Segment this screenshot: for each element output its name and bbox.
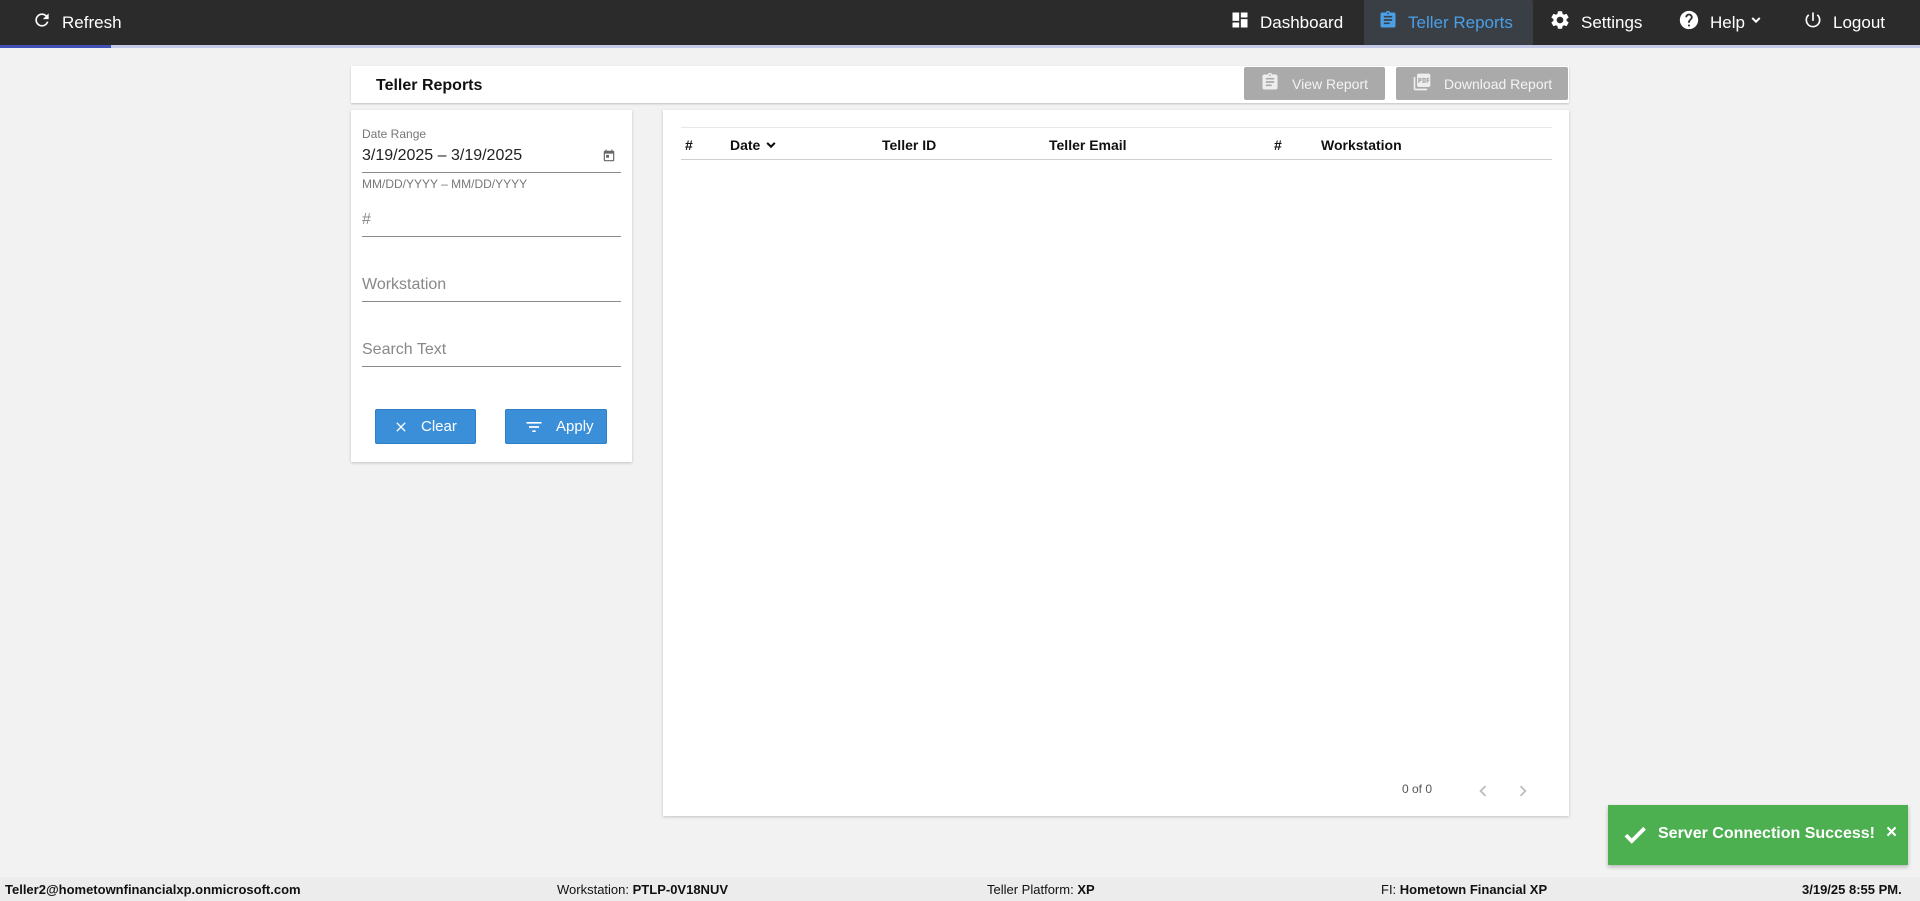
- success-toast: Server Connection Success! ×: [1608, 805, 1908, 865]
- toast-message: Server Connection Success!: [1658, 825, 1875, 842]
- gear-icon: [1549, 9, 1571, 36]
- nav-settings-label: Settings: [1581, 12, 1643, 32]
- nav-help-label: Help: [1710, 12, 1745, 32]
- column-header-workstation[interactable]: Workstation: [1321, 137, 1402, 153]
- footer-user: Teller2@hometownfinancialxp.onmicrosoft.…: [5, 882, 301, 897]
- nav-help[interactable]: Help: [1678, 0, 1764, 45]
- filter-icon: [524, 417, 544, 437]
- footer-workstation-value: PTLP-0V18NUV: [632, 882, 729, 897]
- check-icon: [1622, 822, 1648, 853]
- number-filter-underline: [362, 236, 621, 237]
- page-header-card: Teller Reports View Report Download Repo…: [351, 66, 1569, 103]
- column-header-number-2[interactable]: #: [1274, 137, 1282, 153]
- footer-fi-value: Hometown Financial XP: [1399, 882, 1548, 897]
- footer-platform-label: Teller Platform:: [987, 882, 1074, 897]
- toast-close-button[interactable]: ×: [1886, 822, 1897, 844]
- nav-dashboard-label: Dashboard: [1260, 12, 1344, 32]
- pdf-icon: [1396, 72, 1444, 95]
- apply-label: Apply: [556, 418, 594, 435]
- loading-progress-fill: [0, 45, 111, 48]
- chevron-left-icon: [1472, 780, 1494, 802]
- footer-platform: Teller Platform: XP: [987, 882, 1095, 897]
- search-text-underline: [362, 366, 621, 367]
- footer-fi-label: FI:: [1381, 882, 1397, 897]
- refresh-button[interactable]: Refresh: [32, 0, 122, 45]
- pager-previous-button[interactable]: [1471, 779, 1495, 803]
- workstation-filter-input[interactable]: [362, 272, 621, 298]
- chevron-down-icon: [1748, 12, 1764, 33]
- clipboard-icon: [1244, 72, 1292, 95]
- number-filter-input[interactable]: [362, 207, 621, 233]
- date-range-input[interactable]: 3/19/2025 – 3/19/2025: [362, 147, 522, 165]
- help-circle-icon: [1678, 9, 1700, 36]
- column-header-number[interactable]: #: [685, 137, 693, 153]
- nav-teller-reports-label: Teller Reports: [1408, 12, 1513, 32]
- workstation-filter-underline: [362, 301, 621, 302]
- table-header-row: # Date Teller ID Teller Email # Workstat…: [681, 127, 1552, 160]
- date-range-label: Date Range: [362, 127, 427, 141]
- column-header-teller-email[interactable]: Teller Email: [1049, 137, 1127, 153]
- column-header-date[interactable]: Date: [730, 137, 779, 153]
- status-footer: Teller2@hometownfinancialxp.onmicrosoft.…: [0, 877, 1920, 901]
- footer-fi: FI: Hometown Financial XP: [1381, 882, 1547, 897]
- pager-next-button[interactable]: [1511, 779, 1535, 803]
- nav-settings[interactable]: Settings: [1549, 0, 1642, 45]
- search-text-input[interactable]: [362, 337, 621, 363]
- report-table-card: # Date Teller ID Teller Email # Workstat…: [663, 110, 1569, 816]
- filter-panel: Date Range 3/19/2025 – 3/19/2025 MM/DD/Y…: [351, 110, 632, 462]
- close-icon: [393, 419, 409, 435]
- page-title: Teller Reports: [376, 77, 483, 94]
- power-icon: [1803, 10, 1823, 35]
- column-header-teller-id[interactable]: Teller ID: [882, 137, 936, 153]
- apply-button[interactable]: Apply: [505, 409, 607, 444]
- refresh-icon: [32, 10, 52, 35]
- clear-label: Clear: [421, 418, 457, 435]
- nav-teller-reports[interactable]: Teller Reports: [1364, 0, 1533, 45]
- clear-button[interactable]: Clear: [375, 409, 476, 444]
- view-report-button[interactable]: View Report: [1244, 67, 1385, 100]
- nav-logout[interactable]: Logout: [1803, 0, 1885, 45]
- calendar-icon[interactable]: [602, 149, 616, 168]
- dashboard-icon: [1230, 10, 1250, 35]
- loading-progress-bar: [0, 45, 1920, 48]
- nav-dashboard[interactable]: Dashboard: [1230, 0, 1343, 45]
- footer-datetime: 3/19/25 8:55 PM.: [1802, 882, 1902, 897]
- download-report-button[interactable]: Download Report: [1396, 67, 1568, 100]
- download-report-label: Download Report: [1444, 75, 1553, 92]
- refresh-label: Refresh: [62, 12, 122, 32]
- chevron-right-icon: [1512, 780, 1534, 802]
- view-report-label: View Report: [1292, 75, 1369, 92]
- date-format-hint: MM/DD/YYYY – MM/DD/YYYY: [362, 177, 528, 191]
- footer-workstation: Workstation: PTLP-0V18NUV: [557, 882, 728, 897]
- clipboard-icon: [1378, 10, 1398, 35]
- nav-logout-label: Logout: [1833, 12, 1885, 32]
- date-range-underline: [362, 172, 621, 173]
- top-nav-bar: Refresh Dashboard Teller Reports Setting…: [0, 0, 1920, 45]
- footer-workstation-label: Workstation:: [557, 882, 630, 897]
- sort-descending-icon: [763, 137, 779, 153]
- pager-range: 0 of 0: [1402, 782, 1433, 796]
- footer-platform-value: XP: [1077, 882, 1095, 897]
